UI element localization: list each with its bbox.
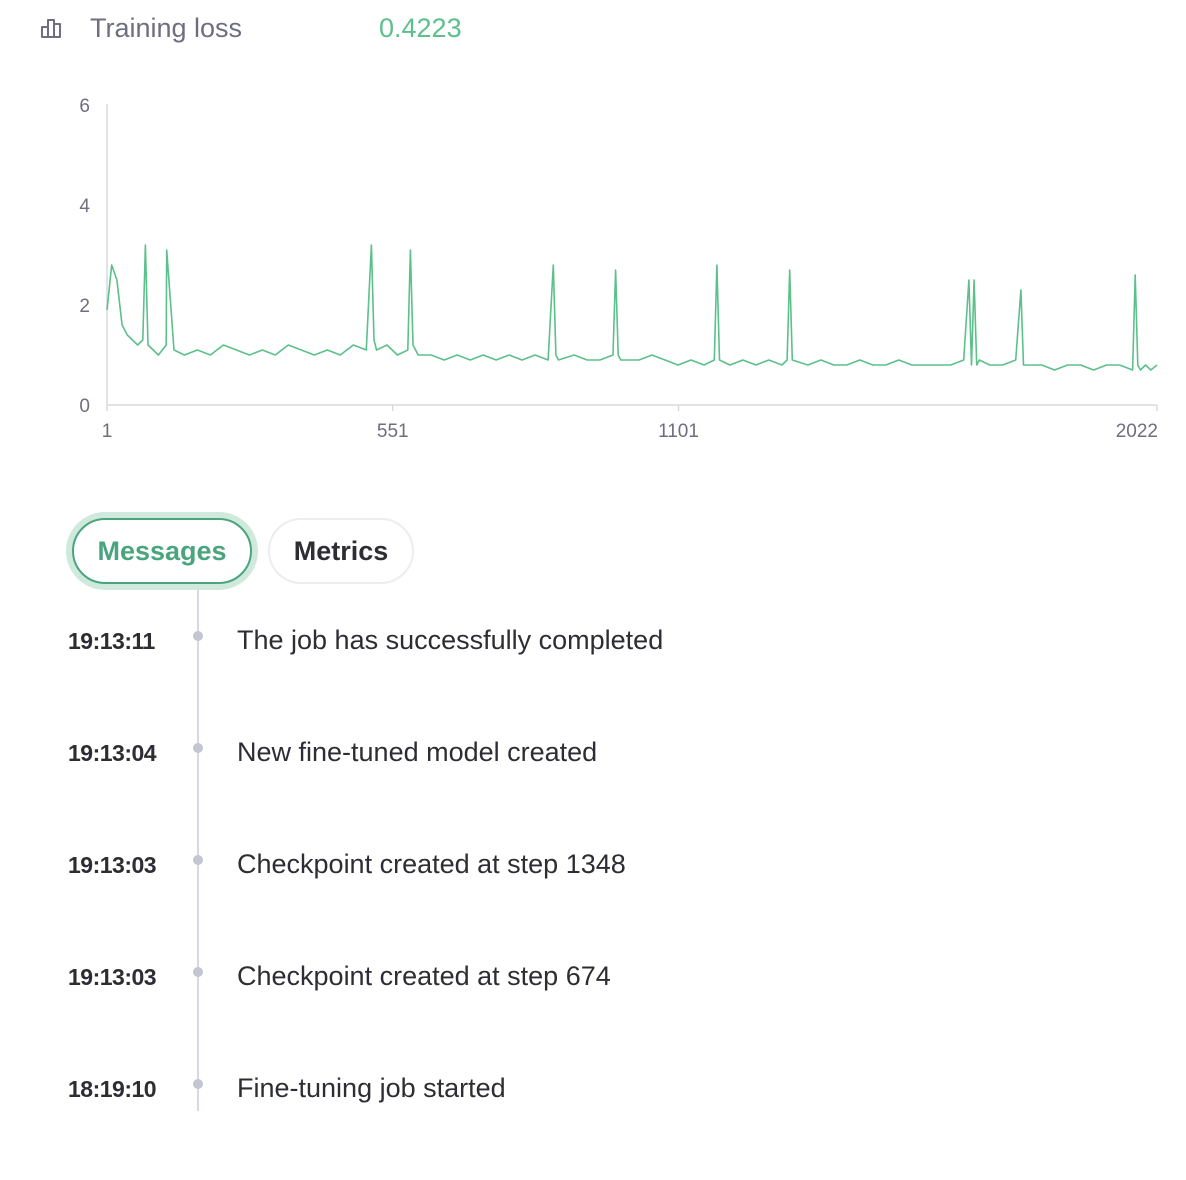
metric-value: 0.4223 [379,13,462,43]
timeline-dot [193,967,203,977]
y-axis-ticks: 0 2 4 6 [79,96,90,417]
timeline-dot [193,631,203,641]
event-row: 19:13:11 The job has successfully comple… [0,620,1186,732]
event-time: 19:13:03 [68,852,157,878]
y-tick-label: 2 [79,296,90,317]
timeline-dot [193,1079,203,1089]
event-time: 19:13:04 [68,740,157,766]
event-message: Fine-tuning job started [237,1073,506,1103]
event-message: Checkpoint created at step 674 [237,961,611,991]
event-row: 18:19:10 Fine-tuning job started [0,1068,1186,1180]
tab-metrics[interactable]: Metrics [268,518,414,584]
timeline-dot [193,855,203,865]
y-tick-label: 4 [79,196,90,217]
event-row: 19:13:04 New fine-tuned model created [0,732,1186,844]
timeline-dot [193,743,203,753]
training-loss-chart: 0 2 4 6 1 551 1101 2022 [79,96,1158,442]
event-message: New fine-tuned model created [237,737,598,767]
event-list: 19:13:11 The job has successfully comple… [0,620,1186,1180]
training-loss-header: Training loss 0.4223 [40,10,640,46]
event-message: The job has successfully completed [237,625,664,655]
x-tick-label: 551 [377,421,409,442]
x-axis-ticks: 1 551 1101 2022 [102,405,1158,442]
event-time: 19:13:11 [68,628,155,654]
loss-series-line [106,244,1158,371]
y-tick-label: 6 [79,96,90,117]
event-message: Checkpoint created at step 1348 [237,849,626,879]
metric-label: Training loss [90,13,243,43]
event-row: 19:13:03 Checkpoint created at step 674 [0,956,1186,1068]
x-tick-label: 1 [102,421,113,442]
x-tick-label: 2022 [1116,421,1158,442]
event-time: 18:19:10 [68,1076,157,1102]
tab-bar: Messages Metrics [66,512,466,590]
event-time: 19:13:03 [68,964,157,990]
bar-chart-icon [40,16,64,40]
tab-messages[interactable]: Messages [72,518,252,584]
x-tick-label: 1101 [658,421,699,442]
event-row: 19:13:03 Checkpoint created at step 1348 [0,844,1186,956]
y-tick-label: 0 [79,396,90,417]
